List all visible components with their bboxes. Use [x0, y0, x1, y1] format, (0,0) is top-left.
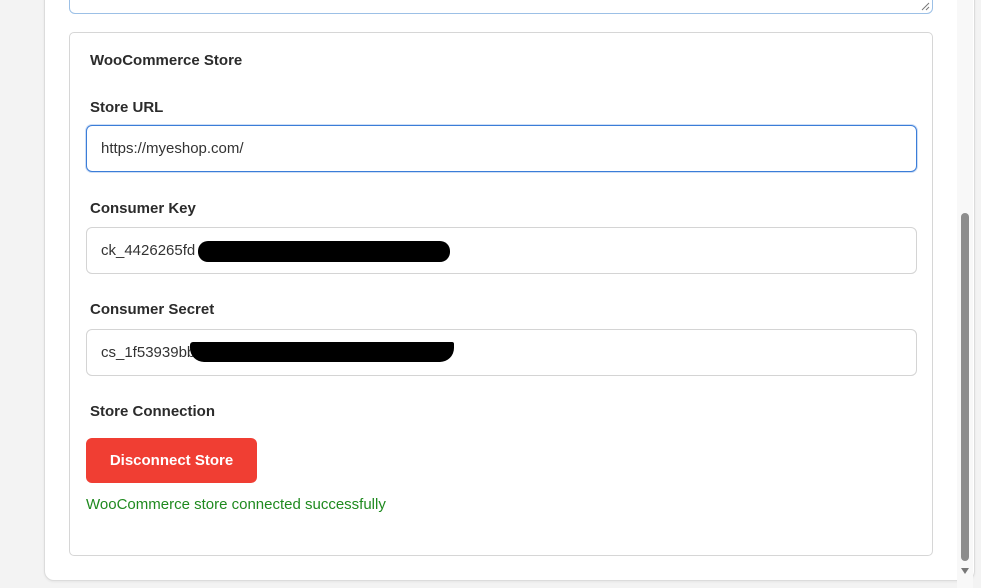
previous-textarea[interactable] — [69, 0, 933, 14]
resize-grip-icon[interactable] — [921, 2, 930, 11]
section-title: WooCommerce Store — [90, 52, 243, 69]
disconnect-store-button[interactable]: Disconnect Store — [86, 438, 257, 483]
store-url-label: Store URL — [90, 99, 164, 116]
consumer-key-value: ck_4426265fd — [101, 242, 196, 259]
consumer-key-redaction — [198, 241, 450, 262]
consumer-key-label: Consumer Key — [90, 200, 196, 217]
scrollbar-thumb[interactable] — [961, 213, 969, 561]
connection-status-message: WooCommerce store connected successfully — [86, 496, 386, 513]
page-scrollbar[interactable] — [957, 0, 973, 588]
consumer-secret-redaction — [190, 342, 454, 362]
chevron-down-icon[interactable] — [961, 568, 969, 574]
page: WooCommerce Store Store URL https://myes… — [0, 0, 981, 588]
store-connection-label: Store Connection — [90, 403, 216, 420]
consumer-secret-label: Consumer Secret — [90, 301, 215, 318]
woocommerce-store-section: WooCommerce Store Store URL https://myes… — [69, 32, 933, 556]
store-url-input[interactable]: https://myeshop.com/ — [86, 125, 917, 172]
store-url-value: https://myeshop.com/ — [101, 140, 244, 157]
consumer-secret-value: cs_1f53939bb — [101, 344, 196, 361]
